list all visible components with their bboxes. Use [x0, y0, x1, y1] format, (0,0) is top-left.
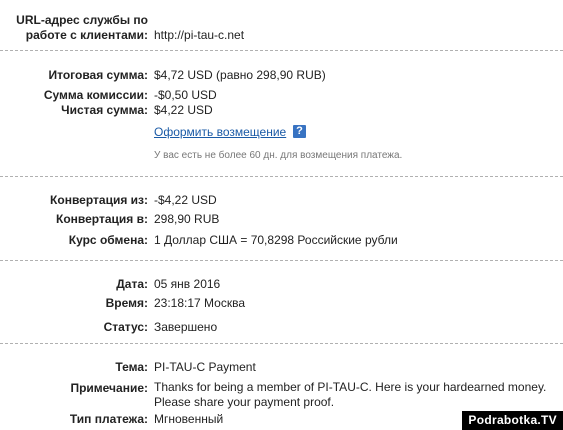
total-label: Итоговая сумма: [48, 68, 148, 82]
service-url-label: URL-адрес службы по работе с клиентами: [8, 13, 148, 43]
payment-type-value: Мгновенный [154, 412, 224, 426]
status-label: Статус: [103, 320, 148, 334]
exchange-rate-value: 1 Доллар США = 70,8298 Российские рубли [154, 233, 398, 247]
service-url-label-line2: работе с клиентами: [25, 28, 148, 42]
payment-type-label: Тип платежа: [69, 412, 148, 426]
convert-from-row: Конвертация из: -$4,22 USD [0, 192, 563, 208]
separator [0, 176, 563, 177]
date-value: 05 янв 2016 [154, 277, 221, 291]
refund-note: У вас есть не более 60 дн. для возмещени… [154, 150, 403, 161]
convert-to-value: 298,90 RUB [154, 212, 220, 226]
fee-label: Сумма комиссии: [43, 88, 148, 102]
net-row: Чистая сумма: $4,22 USD [0, 102, 563, 118]
time-value: 23:18:17 Москва [154, 296, 246, 310]
time-label: Время: [105, 296, 148, 310]
status-value: Завершено [154, 320, 218, 334]
net-label: Чистая сумма: [61, 103, 148, 117]
fee-value: -$0,50 USD [154, 88, 217, 102]
refund-link[interactable]: Оформить возмещение [154, 125, 286, 139]
date-label: Дата: [116, 277, 148, 291]
service-url-label-line1: URL-адрес службы по [16, 13, 148, 27]
fee-row: Сумма комиссии: -$0,50 USD [0, 87, 563, 103]
subject-row: Тема: PI-TAU-C Payment [0, 359, 563, 375]
note-line1: Thanks for being a member of PI-TAU-C. H… [154, 380, 547, 394]
separator [0, 260, 563, 261]
convert-from-label: Конвертация из: [50, 193, 148, 207]
exchange-rate-label: Курс обмена: [68, 233, 148, 247]
help-icon[interactable]: ? [293, 125, 306, 138]
net-value: $4,22 USD [154, 103, 213, 117]
separator [0, 343, 563, 344]
total-value: $4,72 USD (равно 298,90 RUB) [154, 68, 326, 82]
convert-to-label: Конвертация в: [56, 212, 148, 226]
convert-to-row: Конвертация в: 298,90 RUB [0, 211, 563, 227]
subject-label: Тема: [115, 360, 148, 374]
total-row: Итоговая сумма: $4,72 USD (равно 298,90 … [0, 67, 563, 83]
status-row: Статус: Завершено [0, 319, 563, 335]
date-row: Дата: 05 янв 2016 [0, 276, 563, 292]
exchange-rate-row: Курс обмена: 1 Доллар США = 70,8298 Росс… [0, 232, 563, 248]
subject-value: PI-TAU-C Payment [154, 360, 256, 374]
convert-from-value: -$4,22 USD [154, 193, 217, 207]
note-label: Примечание: [70, 381, 148, 395]
watermark: Podrabotka.TV [462, 411, 563, 430]
service-url-value[interactable]: http://pi-tau-c.net [154, 28, 244, 43]
separator [0, 50, 563, 51]
note-value: Thanks for being a member of PI-TAU-C. H… [154, 380, 546, 410]
time-row: Время: 23:18:17 Москва [0, 295, 563, 311]
note-line2: Please share your payment proof. [154, 395, 335, 409]
